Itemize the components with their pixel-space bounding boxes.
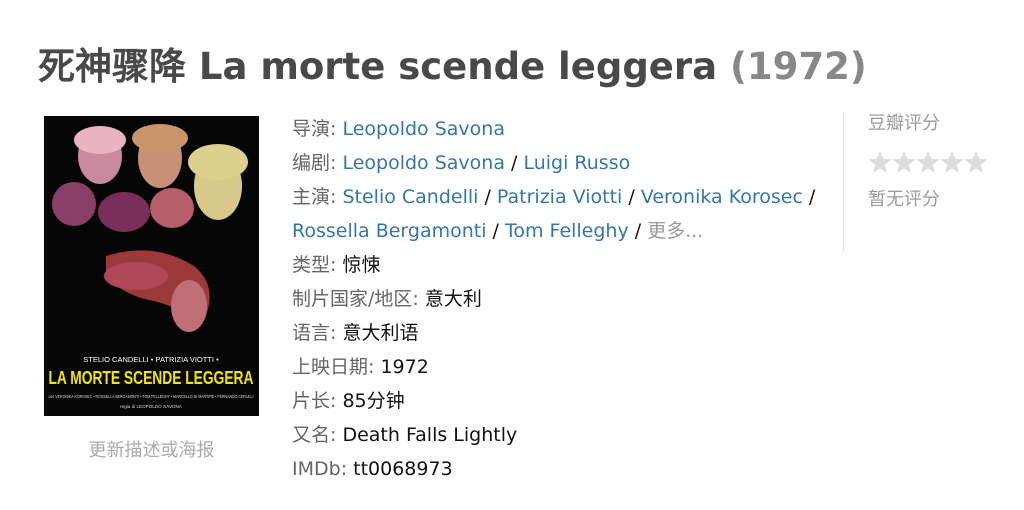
poster-cast-line: STELIO CANDELLI • PATRIZIA VIOTTI • <box>83 355 219 364</box>
country-row: 制片国家/地区: 意大利 <box>292 288 482 310</box>
runtime-value: 85分钟 <box>342 390 405 412</box>
language-row: 语言: 意大利语 <box>292 322 419 344</box>
language-label: 语言 <box>292 322 331 344</box>
cast-label: 主演 <box>292 186 331 208</box>
poster-supporting-cast: con VERONIKA KOROSEC • ROSSELLA BERGAMON… <box>49 394 254 399</box>
director-link[interactable]: Leopoldo Savona <box>342 118 505 140</box>
star-icon <box>916 151 940 173</box>
poster-artwork: STELIO CANDELLI • PATRIZIA VIOTTI • LA M… <box>44 116 259 416</box>
star-icon <box>892 151 916 173</box>
cast-row: 主演: Stelio Candelli / Patrizia Viotti / … <box>292 186 816 208</box>
cast-link[interactable]: Stelio Candelli <box>342 186 478 208</box>
language-value: 意大利语 <box>342 322 419 344</box>
rating-panel: 豆瓣评分 暂无评分 <box>843 112 1013 252</box>
aka-row: 又名: Death Falls Lightly <box>292 424 518 446</box>
writer-link[interactable]: Luigi Russo <box>523 152 630 174</box>
writer-label: 编剧 <box>292 152 331 174</box>
poster-director-line: regia di LEOPOLDO SAVONA <box>120 404 183 409</box>
release-label: 上映日期 <box>292 356 369 378</box>
movie-poster[interactable]: STELIO CANDELLI • PATRIZIA VIOTTI • LA M… <box>44 116 259 416</box>
aka-label: 又名 <box>292 424 331 446</box>
aka-value: Death Falls Lightly <box>342 424 518 446</box>
genre-row: 类型: 惊悚 <box>292 254 381 276</box>
title-original: La morte scende leggera <box>198 45 718 88</box>
page-title: 死神骤降 La morte scende leggera (1972) <box>38 36 867 90</box>
movie-info: 导演: Leopoldo Savona 编剧: Leopoldo Savona … <box>292 112 832 486</box>
writer-row: 编剧: Leopoldo Savona / Luigi Russo <box>292 152 631 174</box>
cast-more-link[interactable]: 更多... <box>647 220 703 242</box>
rating-stars <box>868 150 1013 176</box>
director-label: 导演 <box>292 118 331 140</box>
cast-link[interactable]: Veronika Korosec <box>641 186 803 208</box>
update-poster-link[interactable]: 更新描述或海报 <box>44 436 259 462</box>
imdb-row: IMDb: tt0068973 <box>292 458 453 480</box>
country-label: 制片国家/地区 <box>292 288 413 310</box>
country-value: 意大利 <box>424 288 482 310</box>
cast-row-continued: Rossella Bergamonti / Tom Felleghy / 更多.… <box>292 220 704 242</box>
title-year: (1972) <box>730 45 867 88</box>
writer-link[interactable]: Leopoldo Savona <box>342 152 505 174</box>
star-icon <box>868 151 892 173</box>
runtime-row: 片长: 85分钟 <box>292 390 405 412</box>
cast-link[interactable]: Rossella Bergamonti <box>292 220 487 242</box>
rating-title: 豆瓣评分 <box>868 113 940 134</box>
rating-empty-text: 暂无评分 <box>868 189 940 210</box>
director-row: 导演: Leopoldo Savona <box>292 118 505 140</box>
star-icon <box>940 151 964 173</box>
title-cn: 死神骤降 <box>38 45 186 88</box>
poster-film-title: LA MORTE SCENDE LEGGERA <box>49 368 254 388</box>
star-icon <box>964 151 988 173</box>
release-row: 上映日期: 1972 <box>292 356 429 378</box>
runtime-label: 片长 <box>292 390 331 412</box>
release-value: 1972 <box>380 356 429 378</box>
imdb-value: tt0068973 <box>353 458 453 480</box>
imdb-label: IMDb <box>292 458 341 480</box>
genre-label: 类型 <box>292 254 331 276</box>
cast-link[interactable]: Tom Felleghy <box>505 220 629 242</box>
cast-link[interactable]: Patrizia Viotti <box>497 186 622 208</box>
genre-value: 惊悚 <box>342 254 381 276</box>
